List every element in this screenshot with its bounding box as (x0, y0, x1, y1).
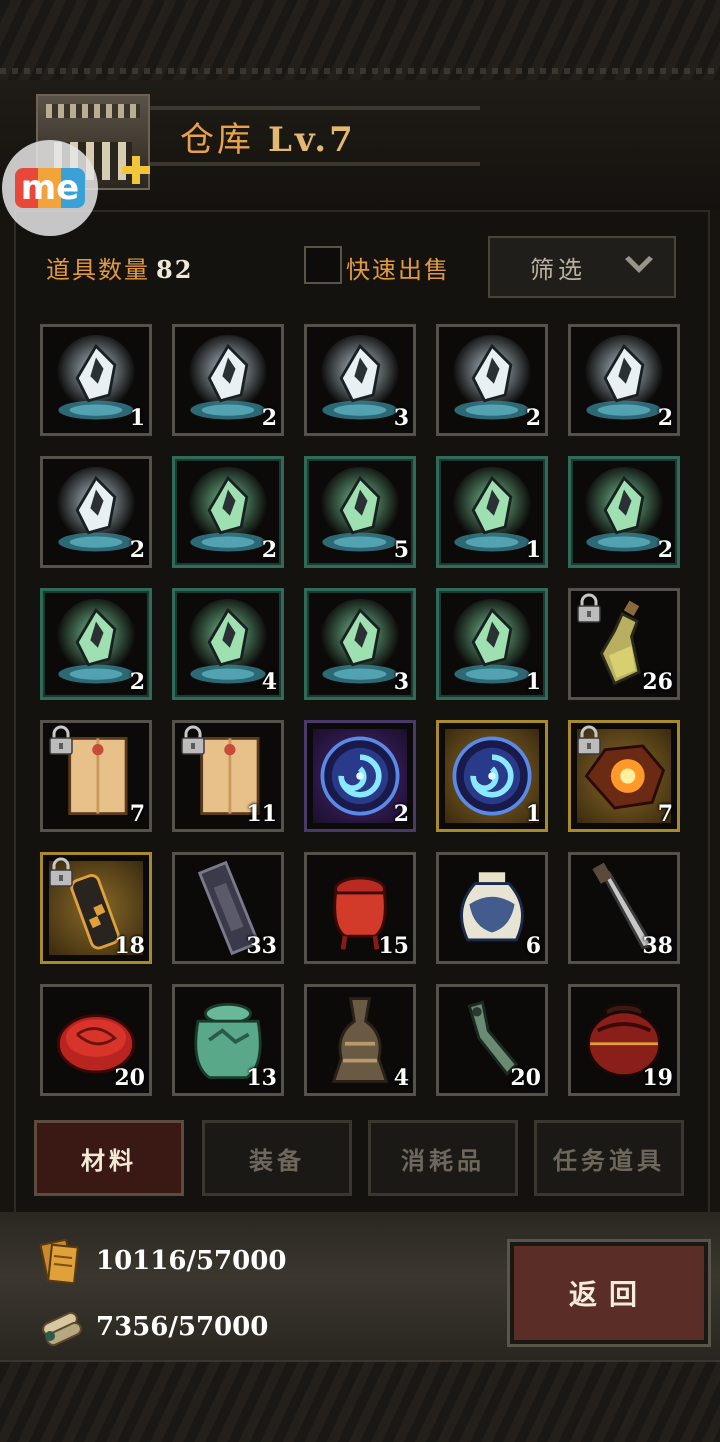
back-button[interactable]: 返回 (507, 1239, 711, 1347)
header-divider (140, 162, 480, 166)
item-quantity: 3 (393, 405, 409, 431)
title-text: 仓库 (180, 120, 254, 160)
header: 仓库 Lv.7 (0, 80, 720, 210)
lock-icon (577, 593, 601, 623)
tab-consumables[interactable]: 消耗品 (368, 1120, 518, 1196)
item-slot-orb[interactable]: 2 (304, 720, 416, 832)
item-quantity: 20 (510, 1065, 541, 1091)
item-slot-crystal[interactable]: 2 (40, 456, 152, 568)
header-divider (140, 106, 480, 110)
quick-sell-label[interactable]: 快速出售 (346, 250, 450, 285)
scroll-amount: 7356/57000 (96, 1312, 269, 1342)
item-quantity: 15 (378, 933, 409, 959)
item-count-value: 82 (156, 255, 194, 284)
item-quantity: 4 (393, 1065, 409, 1091)
item-quantity: 1 (525, 669, 541, 695)
item-slot-crystal[interactable]: 2 (40, 588, 152, 700)
filter-dropdown[interactable]: 筛选 (488, 236, 676, 298)
paper-stack-icon (39, 1238, 79, 1285)
item-quantity: 38 (642, 933, 673, 959)
tab-equipment[interactable]: 装备 (202, 1120, 352, 1196)
level-text: Lv.7 (268, 120, 356, 160)
lock-icon (49, 857, 73, 887)
item-quantity: 3 (393, 669, 409, 695)
scroll-bundle-icon (42, 1311, 82, 1347)
item-quantity: 5 (393, 537, 409, 563)
page-title: 仓库 Lv.7 (180, 112, 356, 161)
item-quantity: 6 (525, 933, 541, 959)
item-quantity: 1 (525, 537, 541, 563)
item-slot-crystal[interactable]: 3 (304, 324, 416, 436)
me-floating-badge[interactable]: me (2, 140, 98, 236)
resource-row-scroll: 7356/57000 (36, 1302, 268, 1352)
item-quantity: 2 (525, 405, 541, 431)
paper-amount: 10116/57000 (96, 1246, 287, 1276)
item-slot-bottle[interactable]: 26 (568, 588, 680, 700)
me-badge-text: me (14, 168, 86, 208)
tab-quest-items[interactable]: 任务道具 (534, 1120, 684, 1196)
item-quantity: 2 (657, 537, 673, 563)
chevron-down-icon (625, 256, 653, 273)
item-slot-blue-jar[interactable]: 6 (436, 852, 548, 964)
item-quantity: 33 (246, 933, 277, 959)
item-slot-crystal[interactable]: 2 (172, 456, 284, 568)
item-quantity: 2 (129, 669, 145, 695)
category-tabs: 材料 装备 消耗品 任务道具 (34, 1120, 694, 1198)
filter-label: 筛选 (530, 255, 586, 284)
item-slot-bronze-vase[interactable]: 4 (304, 984, 416, 1096)
item-slot-crystal[interactable]: 4 (172, 588, 284, 700)
item-quantity: 1 (129, 405, 145, 431)
item-slot-jade-jar[interactable]: 13 (172, 984, 284, 1096)
item-slot-orb[interactable]: 1 (436, 720, 548, 832)
item-slot-envelope[interactable]: 11 (172, 720, 284, 832)
item-quantity: 2 (657, 405, 673, 431)
item-quantity: 13 (246, 1065, 277, 1091)
bottom-decor-band (0, 1360, 720, 1442)
item-slot-crystal[interactable]: 2 (568, 456, 680, 568)
item-slot-jade-hook[interactable]: 20 (436, 984, 548, 1096)
lock-icon (181, 725, 205, 755)
top-decor-band (0, 0, 720, 82)
item-quantity: 4 (261, 669, 277, 695)
item-quantity: 18 (114, 933, 145, 959)
lock-icon (577, 725, 601, 755)
item-slot-crystal[interactable]: 1 (436, 588, 548, 700)
item-quantity: 19 (642, 1065, 673, 1091)
item-slot-scroll[interactable]: ◆◆ 18 (40, 852, 152, 964)
item-slot-red-vessel[interactable]: 15 (304, 852, 416, 964)
item-slot-plank[interactable]: 33 (172, 852, 284, 964)
item-grid: 1 2 3 2 2 2 2 5 1 2 2 4 3 1 26 7 11 2 1 … (40, 324, 682, 1096)
item-slot-crystal[interactable]: 2 (436, 324, 548, 436)
tab-materials[interactable]: 材料 (34, 1120, 184, 1196)
item-count: 道具数量 82 (46, 250, 193, 285)
item-quantity: 20 (114, 1065, 145, 1091)
item-slot-ember[interactable]: 7 (568, 720, 680, 832)
resource-row-paper: 10116/57000 (36, 1236, 286, 1286)
item-slot-envelope[interactable]: 7 (40, 720, 152, 832)
item-slot-crystal[interactable]: 1 (436, 456, 548, 568)
item-slot-blade[interactable]: 38 (568, 852, 680, 964)
item-quantity: 2 (393, 801, 409, 827)
item-quantity: 11 (246, 801, 277, 827)
item-slot-lacquer-box[interactable]: 20 (40, 984, 152, 1096)
lock-icon (49, 725, 73, 755)
item-slot-lacquer-jar[interactable]: 19 (568, 984, 680, 1096)
item-slot-crystal[interactable]: 1 (40, 324, 152, 436)
item-quantity: 2 (261, 405, 277, 431)
item-quantity: 26 (642, 669, 673, 695)
item-quantity: 7 (129, 801, 145, 827)
item-quantity: 2 (129, 537, 145, 563)
item-slot-crystal[interactable]: 2 (568, 324, 680, 436)
upgrade-plus-icon[interactable] (120, 154, 152, 186)
item-slot-crystal[interactable]: 5 (304, 456, 416, 568)
quick-sell-checkbox[interactable] (304, 246, 342, 284)
item-quantity: 7 (657, 801, 673, 827)
item-quantity: 1 (525, 801, 541, 827)
item-slot-crystal[interactable]: 2 (172, 324, 284, 436)
item-count-label: 道具数量 (46, 256, 150, 284)
item-slot-crystal[interactable]: 3 (304, 588, 416, 700)
item-quantity: 2 (261, 537, 277, 563)
